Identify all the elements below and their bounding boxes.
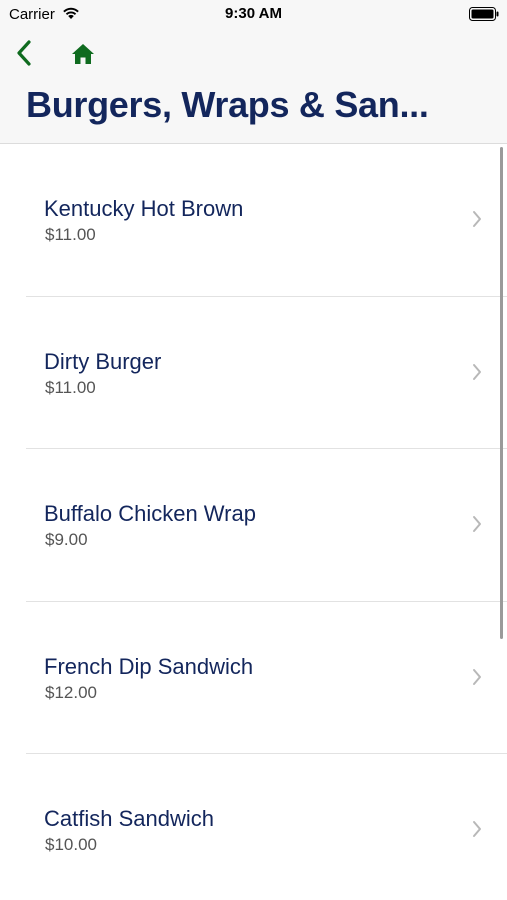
status-bar: Carrier 9:30 AM xyxy=(0,0,507,28)
item-price: $12.00 xyxy=(45,682,97,702)
item-name: French Dip Sandwich xyxy=(44,653,254,679)
page-title: Burgers, Wraps & San... xyxy=(26,84,429,125)
item-name: Dirty Burger xyxy=(44,348,162,374)
chevron-right-icon xyxy=(473,516,481,532)
item-name: Buffalo Chicken Wrap xyxy=(44,501,256,526)
chevron-right-icon xyxy=(473,363,481,380)
item-price: $9.00 xyxy=(45,530,88,549)
list-item[interactable]: French Dip Sandwich $12.00 xyxy=(0,602,507,754)
item-price: $11.00 xyxy=(45,225,96,244)
chevron-right-icon xyxy=(473,821,481,837)
scroll-indicator[interactable] xyxy=(500,147,503,639)
list-item[interactable]: Catfish Sandwich $10.00 xyxy=(0,754,507,900)
chevron-right-icon xyxy=(473,668,481,685)
status-time: 9:30 AM xyxy=(225,5,282,22)
list-item[interactable]: Dirty Burger $11.00 xyxy=(0,297,507,449)
chevron-left-icon[interactable] xyxy=(12,38,38,68)
home-icon[interactable] xyxy=(70,42,96,66)
item-price: $10.00 xyxy=(45,835,97,854)
app-screen: Carrier 9:30 AM Burgers, Wraps & San... … xyxy=(0,0,507,900)
list-item[interactable]: Buffalo Chicken Wrap $9.00 xyxy=(0,449,507,602)
menu-list: Kentucky Hot Brown $11.00 Dirty Burger $… xyxy=(0,144,507,900)
item-price: $11.00 xyxy=(45,377,96,397)
navigation-header: Burgers, Wraps & San... xyxy=(0,28,507,144)
battery-icon xyxy=(469,7,499,21)
item-name: Kentucky Hot Brown xyxy=(44,196,244,221)
list-item[interactable]: Kentucky Hot Brown $11.00 xyxy=(0,144,507,297)
chevron-right-icon xyxy=(473,211,481,227)
item-name: Catfish Sandwich xyxy=(44,806,214,831)
